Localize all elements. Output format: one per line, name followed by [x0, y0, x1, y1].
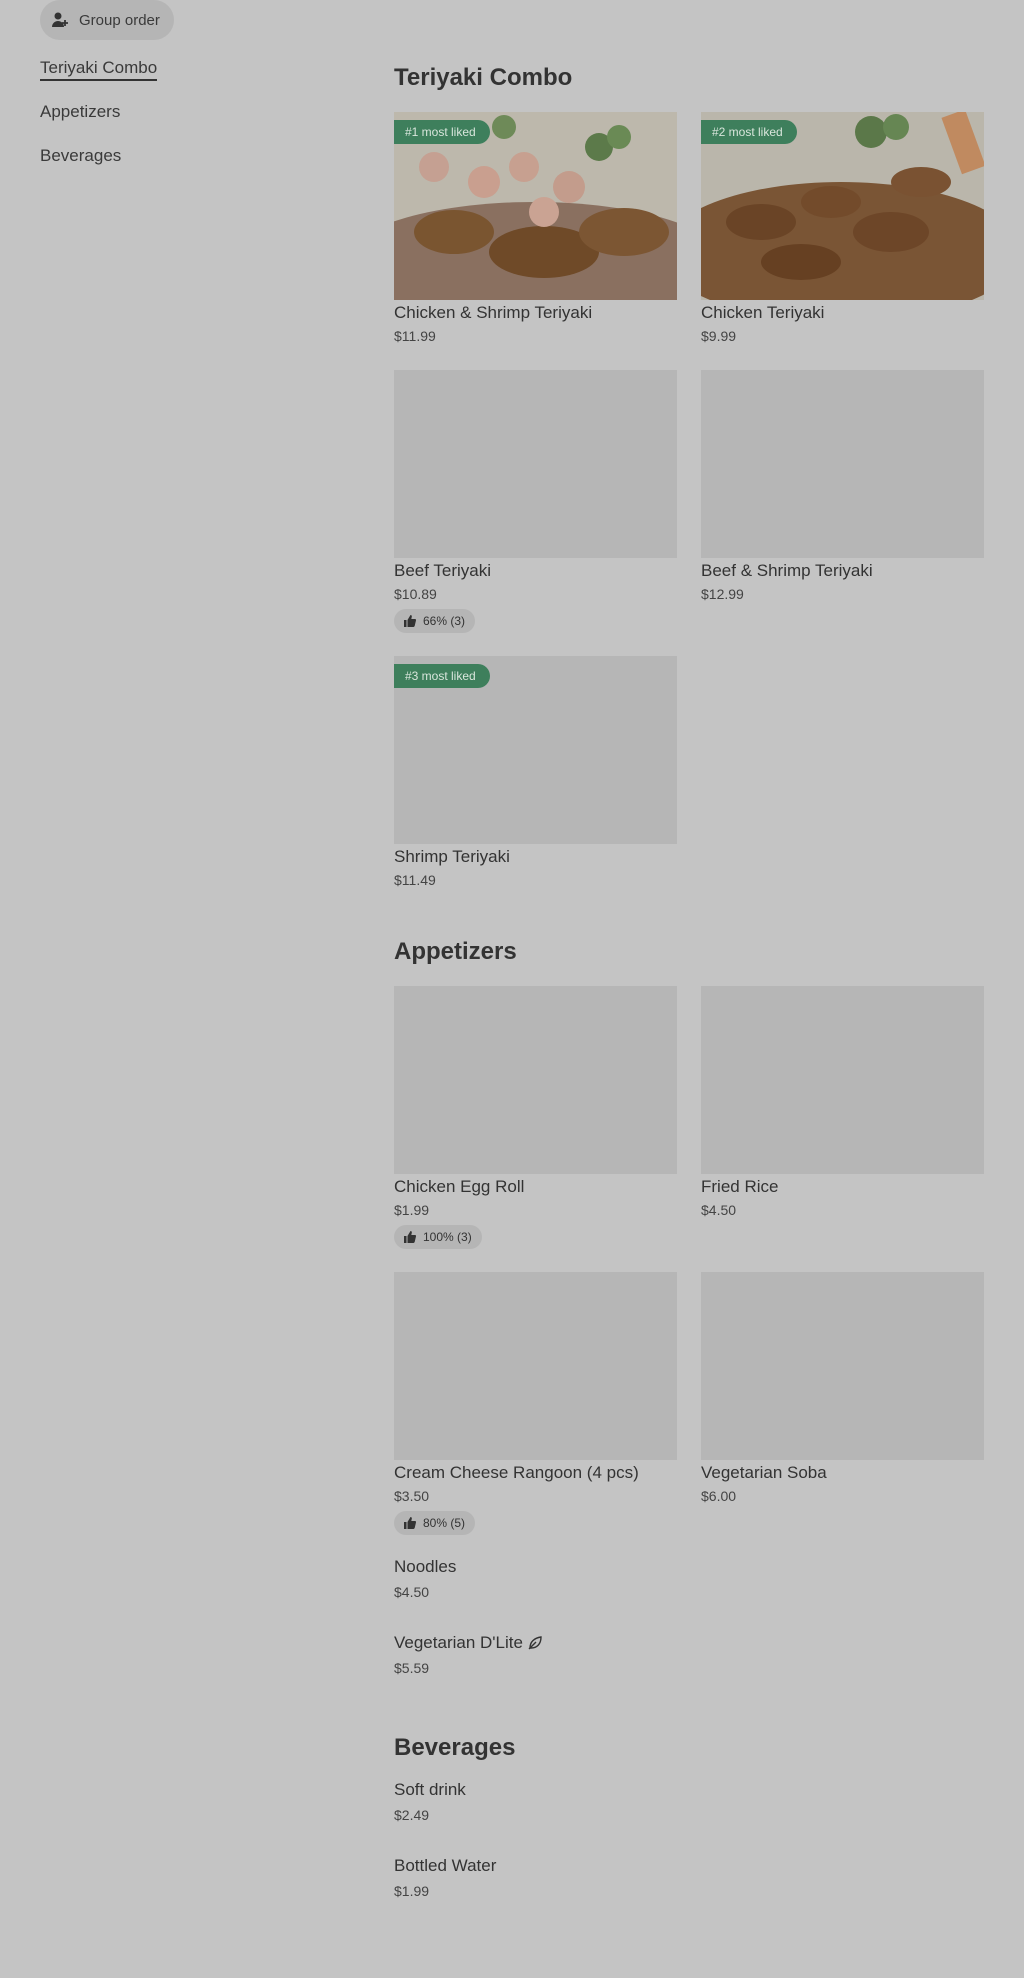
- menu-item-card[interactable]: #1 most liked Chicken & Shrimp Teriyaki …: [394, 112, 677, 344]
- menu-item-image-placeholder: [394, 370, 677, 558]
- menu-item-name: Shrimp Teriyaki: [394, 847, 510, 866]
- menu-item-row[interactable]: Soft drink $2.49: [394, 1780, 466, 1823]
- thumbs-up-icon: [404, 1517, 416, 1529]
- menu-item-card[interactable]: #2 most liked Chicken Teriyaki $9.99: [701, 112, 984, 344]
- rating-badge: 80% (5): [394, 1511, 476, 1535]
- rating-badge: 66% (3): [394, 609, 476, 633]
- menu-item-price: $12.99: [701, 586, 744, 602]
- menu-item-image-placeholder: #3 most liked: [394, 656, 677, 844]
- menu-item-card[interactable]: Vegetarian Soba $6.00: [701, 1272, 984, 1504]
- menu-item-name: Noodles: [394, 1557, 457, 1576]
- menu-item-image: #2 most liked: [701, 112, 984, 300]
- menu-item-price: $4.50: [701, 1202, 737, 1218]
- menu-item-name: Chicken & Shrimp Teriyaki: [394, 303, 593, 322]
- group-order-button[interactable]: Group order: [40, 0, 174, 40]
- group-order-label: Group order: [79, 11, 160, 29]
- menu-item-price: $10.89: [394, 586, 437, 602]
- add-person-icon: [52, 12, 68, 27]
- most-liked-badge: #1 most liked: [394, 120, 490, 144]
- rating-badge: 100% (3): [394, 1225, 482, 1249]
- leaf-icon: [528, 1636, 542, 1650]
- menu-item-price: $4.50: [394, 1584, 430, 1600]
- menu-item-name: Soft drink: [394, 1780, 466, 1799]
- menu-item-image: #1 most liked: [394, 112, 677, 300]
- menu-item-name: Fried Rice: [701, 1177, 779, 1196]
- section-title-teriyaki-combo: Teriyaki Combo: [394, 64, 573, 91]
- menu-item-name: Cream Cheese Rangoon (4 pcs): [394, 1463, 639, 1482]
- menu-item-row[interactable]: Bottled Water $1.99: [394, 1856, 496, 1899]
- menu-item-card[interactable]: Beef Teriyaki $10.89 66% (3): [394, 370, 677, 633]
- nav-item-appetizers[interactable]: Appetizers: [40, 102, 157, 146]
- menu-item-card[interactable]: Fried Rice $4.50: [701, 986, 984, 1218]
- menu-item-card[interactable]: Cream Cheese Rangoon (4 pcs) $3.50 80% (…: [394, 1272, 677, 1535]
- menu-item-name: Vegetarian D'Lite: [394, 1633, 542, 1653]
- menu-item-image-placeholder: [701, 1272, 984, 1460]
- nav-item-beverages[interactable]: Beverages: [40, 146, 157, 190]
- menu-item-price: $11.49: [394, 872, 436, 888]
- menu-item-name: Beef & Shrimp Teriyaki: [701, 561, 873, 580]
- menu-item-name: Bottled Water: [394, 1856, 497, 1875]
- thumbs-up-icon: [404, 615, 416, 627]
- most-liked-badge: #2 most liked: [701, 120, 797, 144]
- section-title-beverages: Beverages: [394, 1734, 516, 1761]
- category-nav: Teriyaki Combo Appetizers Beverages: [40, 58, 158, 190]
- menu-item-image-placeholder: [394, 986, 677, 1174]
- menu-item-price: $2.49: [394, 1807, 430, 1823]
- menu-item-name: Beef Teriyaki: [394, 561, 492, 580]
- menu-item-price: $1.99: [394, 1883, 430, 1899]
- menu-item-card[interactable]: Beef & Shrimp Teriyaki $12.99: [701, 370, 984, 602]
- menu-item-price: $5.59: [394, 1660, 430, 1676]
- menu-item-price: $3.50: [394, 1488, 430, 1504]
- menu-item-card[interactable]: #3 most liked Shrimp Teriyaki $11.49: [394, 656, 677, 888]
- section-title-appetizers: Appetizers: [394, 938, 517, 965]
- menu-item-image-placeholder: [394, 1272, 677, 1460]
- menu-item-image-placeholder: [701, 986, 984, 1174]
- nav-item-teriyaki-combo[interactable]: Teriyaki Combo: [40, 58, 158, 102]
- menu-item-name: Chicken Teriyaki: [701, 303, 825, 322]
- menu-item-row[interactable]: Vegetarian D'Lite $5.59: [394, 1633, 542, 1676]
- most-liked-badge: #3 most liked: [394, 664, 490, 688]
- thumbs-up-icon: [404, 1231, 416, 1243]
- menu-item-image-placeholder: [701, 370, 984, 558]
- menu-item-price: $1.99: [394, 1202, 430, 1218]
- menu-item-price: $11.99: [394, 328, 436, 344]
- menu-item-row[interactable]: Noodles $4.50: [394, 1557, 456, 1600]
- menu-item-card[interactable]: Chicken Egg Roll $1.99 100% (3): [394, 986, 677, 1249]
- menu-item-name: Chicken Egg Roll: [394, 1177, 525, 1196]
- menu-item-price: $6.00: [701, 1488, 737, 1504]
- menu-item-name: Vegetarian Soba: [701, 1463, 827, 1482]
- menu-item-price: $9.99: [701, 328, 737, 344]
